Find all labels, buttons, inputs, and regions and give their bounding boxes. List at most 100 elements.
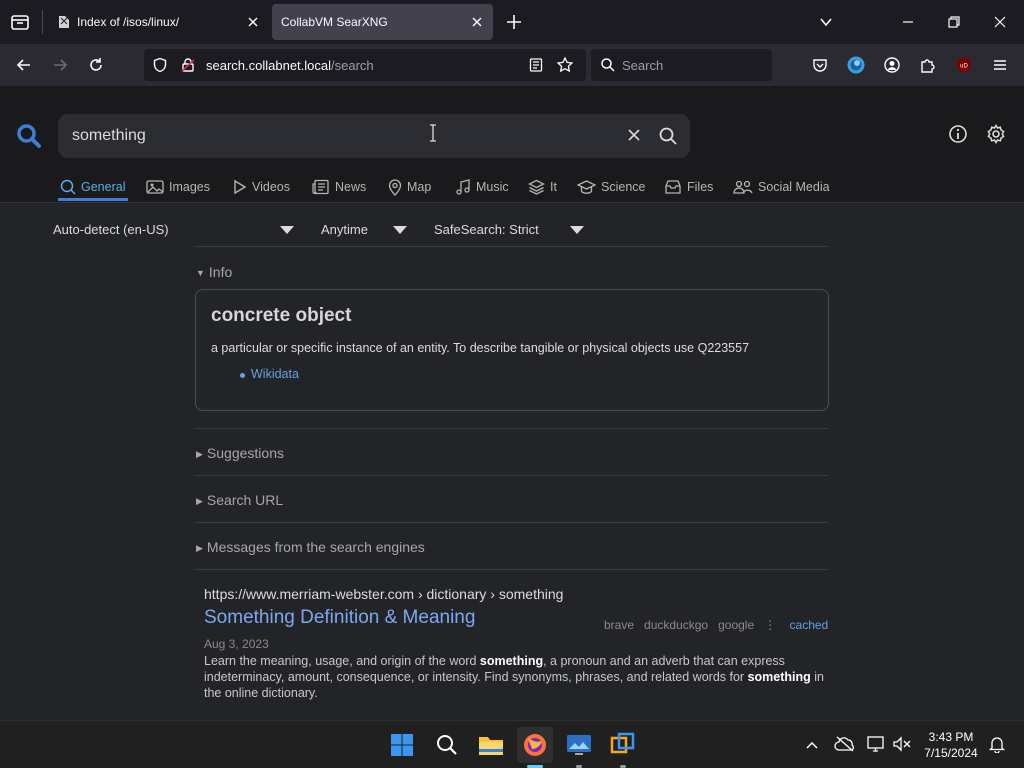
category-news[interactable]: News	[312, 176, 366, 198]
clear-search-icon[interactable]	[626, 127, 642, 143]
close-tab-icon[interactable]	[245, 14, 261, 30]
suggestions-label: Suggestions	[206, 445, 284, 461]
search-submit-icon[interactable]	[658, 126, 678, 146]
start-windows-icon[interactable]	[384, 727, 420, 763]
expanded-triangle-icon: ▼	[196, 268, 205, 278]
chevron-down-icon[interactable]	[280, 226, 294, 234]
restore-icon[interactable]	[938, 6, 970, 38]
engine-messages-toggle[interactable]: ▶ Messages from the search engines	[196, 539, 425, 555]
hamburger-menu-icon[interactable]	[986, 52, 1014, 78]
reader-view-icon[interactable]	[528, 57, 544, 73]
info-toggle[interactable]: ▼ Info	[196, 264, 232, 280]
mortarboard-icon	[577, 180, 596, 194]
onedrive-offline-icon[interactable]	[834, 735, 856, 753]
searxng-page: something General Images Videos News Map…	[0, 86, 1024, 720]
tab-divider	[42, 10, 43, 34]
suggestions-toggle[interactable]: ▶ Suggestions	[196, 445, 284, 461]
info-circle-icon[interactable]	[948, 124, 968, 144]
back-icon[interactable]	[10, 52, 38, 78]
windows-taskbar: 3:43 PM 7/15/2024	[0, 720, 1024, 768]
category-general[interactable]: General	[60, 176, 125, 198]
chevron-down-icon[interactable]	[393, 226, 407, 234]
extensions-puzzle-icon[interactable]	[914, 52, 942, 78]
result-url[interactable]: https://www.merriam-webster.com › dictio…	[204, 586, 824, 602]
collapsed-triangle-icon: ▶	[196, 543, 203, 553]
search-icon	[600, 57, 616, 73]
category-label: Files	[687, 180, 714, 194]
search-input[interactable]: something	[72, 127, 146, 145]
close-window-icon[interactable]	[984, 6, 1016, 38]
new-tab-icon[interactable]	[504, 12, 524, 32]
svg-text:uD: uD	[960, 64, 968, 70]
category-files[interactable]: Files	[664, 176, 713, 198]
music-note-icon	[456, 178, 470, 195]
page-icon	[57, 14, 71, 30]
category-label: Social Media	[758, 180, 830, 194]
system-clock[interactable]: 3:43 PM 7/15/2024	[916, 729, 986, 761]
info-label: Info	[208, 264, 233, 280]
engine-messages-label: Messages from the search engines	[206, 539, 425, 555]
bookmark-star-icon[interactable]	[556, 56, 574, 74]
result-date: Aug 3, 2023	[204, 637, 269, 651]
browser-search-box[interactable]: Search	[591, 49, 772, 81]
category-map[interactable]: Map	[388, 176, 431, 198]
volume-muted-icon[interactable]	[892, 735, 912, 753]
safesearch-select[interactable]: SafeSearch: Strict	[434, 222, 539, 237]
pocket-icon[interactable]	[806, 52, 834, 78]
engine-google: google	[718, 618, 755, 632]
chevron-up-icon[interactable]	[804, 737, 820, 753]
language-select[interactable]: Auto-detect (en-US)	[53, 222, 169, 237]
newspaper-icon	[312, 179, 329, 195]
close-tab-icon[interactable]	[469, 14, 485, 30]
category-it[interactable]: It	[528, 176, 557, 198]
insecure-lock-icon[interactable]	[180, 57, 196, 73]
divider	[195, 428, 828, 429]
search-placeholder: Search	[622, 58, 664, 73]
notification-bell-icon[interactable]	[988, 735, 1006, 753]
chevron-down-icon[interactable]	[570, 226, 584, 234]
category-music[interactable]: Music	[455, 176, 509, 198]
list-all-tabs-icon[interactable]	[810, 6, 842, 38]
globe-extension-icon[interactable]	[842, 52, 870, 78]
taskbar-search-icon[interactable]	[429, 727, 465, 763]
search-url-toggle[interactable]: ▶ Search URL	[196, 492, 283, 508]
category-science[interactable]: Science	[577, 176, 645, 198]
tab-collabvm-searxng[interactable]: CollabVM SearXNG	[272, 4, 493, 40]
forward-icon[interactable]	[46, 52, 74, 78]
reload-icon[interactable]	[82, 52, 110, 78]
wikidata-link[interactable]: Wikidata	[251, 367, 299, 381]
time-range-select[interactable]: Anytime	[321, 222, 368, 237]
category-label: Music	[476, 180, 509, 194]
settings-gear-icon[interactable]	[986, 124, 1006, 144]
category-label: General	[81, 180, 126, 194]
search-header: something General Images Videos News Map…	[0, 86, 1024, 203]
divider	[195, 246, 828, 247]
search-query-box[interactable]: something	[58, 114, 690, 158]
firefox-view-icon[interactable]	[10, 12, 30, 32]
search-icon	[60, 179, 76, 195]
firefox-taskbar-icon[interactable]	[517, 727, 553, 763]
category-videos[interactable]: Videos	[233, 176, 290, 198]
clock-time: 3:43 PM	[928, 730, 974, 744]
play-icon	[234, 179, 247, 195]
navigation-toolbar: search.collabnet.local/search Search uD	[0, 44, 1024, 86]
network-icon[interactable]	[866, 735, 886, 753]
search-result: https://www.merriam-webster.com › dictio…	[204, 586, 824, 701]
separator-dots-icon: ⋮	[764, 618, 777, 632]
minimize-icon[interactable]	[892, 6, 924, 38]
category-label: News	[335, 180, 367, 194]
vmware-icon[interactable]	[605, 727, 641, 763]
category-label: Images	[169, 180, 210, 194]
image-icon	[146, 180, 164, 194]
remote-desktop-icon[interactable]	[561, 727, 597, 763]
ublock-origin-icon[interactable]: uD	[950, 52, 978, 78]
category-images[interactable]: Images	[146, 176, 210, 198]
category-social-media[interactable]: Social Media	[733, 176, 830, 198]
account-icon[interactable]	[878, 52, 906, 78]
cached-link[interactable]: cached	[790, 618, 829, 632]
file-explorer-icon[interactable]	[473, 727, 509, 763]
tab-index-isos[interactable]: Index of /isos/linux/	[45, 4, 269, 40]
searxng-logo-icon[interactable]	[16, 123, 42, 149]
url-bar[interactable]: search.collabnet.local/search	[144, 49, 586, 81]
shield-icon[interactable]	[152, 57, 168, 73]
